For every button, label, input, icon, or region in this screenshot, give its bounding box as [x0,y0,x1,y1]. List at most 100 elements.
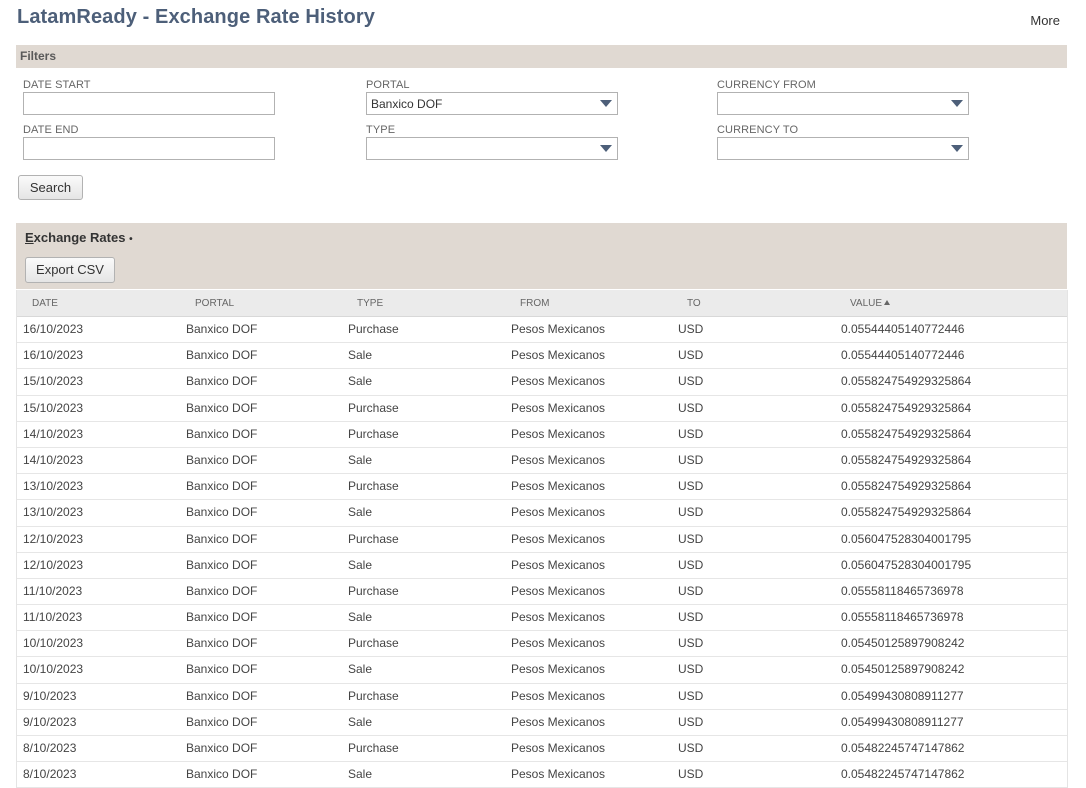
cell-value: 0.05450125897908242 [841,662,965,677]
filters-section-header[interactable]: Filters [16,45,1067,68]
cell-from: Pesos Mexicanos [511,636,606,651]
cell-from: Pesos Mexicanos [511,374,606,389]
cell-value: 0.056047528304001795 [841,531,972,546]
table-row[interactable]: 11/10/2023 Banxico DOF Sale Pesos Mexicanos… [17,605,1067,632]
search-button[interactable]: Search [18,175,83,200]
cell-value: 0.055824754929325864 [841,400,972,415]
portal-label: PORTAL [366,79,410,91]
cell-to: USD [678,374,704,389]
table-row[interactable]: 14/10/2023 Banxico DOF Sale Pesos Mexicanos… [17,447,1067,475]
currency-from-label: CURRENCY FROM [717,79,816,91]
column-header-date[interactable]: DATE [32,298,58,309]
table-row[interactable]: 8/10/2023 Banxico DOF Sale Pesos Mexicanos U… [17,762,1067,788]
currency-to-label: CURRENCY TO [717,124,799,136]
table-row[interactable]: 11/10/2023 Banxico DOF Purchase Pesos Mexic… [17,578,1067,606]
cell-value: 0.05558118465736978 [841,610,964,625]
cell-to: USD [678,636,704,651]
cell-to: USD [678,505,704,520]
cell-value: 0.05499430808911277 [841,688,964,703]
column-header-from[interactable]: FROM [520,298,549,309]
table-row[interactable]: 9/10/2023 Banxico DOF Sale Pesos Mexicanos U… [17,709,1067,736]
table-row[interactable]: 8/10/2023 Banxico DOF Purchase Pesos Mexica… [17,736,1067,763]
sort-ascending-icon [884,300,891,305]
table-row[interactable]: 15/10/2023 Banxico DOF Sale Pesos Mexicanos… [17,369,1067,396]
table-body: 16/10/2023 Banxico DOF Purchase Pesos Mexic… [17,317,1067,788]
cell-to: USD [678,662,704,677]
cell-date: 12/10/2023 [23,557,84,572]
cell-type: Sale [348,767,373,782]
cell-to: USD [678,741,704,755]
currency-from-select[interactable] [717,92,969,115]
cell-value: 0.056047528304001795 [841,557,972,572]
cell-date: 8/10/2023 [23,741,77,755]
table-row[interactable]: 16/10/2023 Banxico DOF Purchase Pesos Mexic… [17,317,1067,344]
cell-portal: Banxico DOF [186,583,258,598]
cell-portal: Banxico DOF [186,531,258,546]
cell-portal: Banxico DOF [186,636,258,651]
column-header-to[interactable]: TO [687,298,701,309]
cell-type: Purchase [348,688,399,703]
cell-type: Purchase [348,400,399,415]
cell-type: Sale [348,714,373,729]
column-header-type[interactable]: TYPE [357,298,383,309]
cell-type: Sale [348,452,373,467]
table-header: DATE PORTAL TYPE FROM TO VALUE [17,290,1067,317]
cell-from: Pesos Mexicanos [511,714,606,729]
cell-date: 14/10/2023 [23,426,84,441]
cell-from: Pesos Mexicanos [511,505,606,520]
table-row[interactable]: 10/10/2023 Banxico DOF Sale Pesos Mexicanos… [17,657,1067,684]
cell-value: 0.055824754929325864 [841,479,972,494]
date-end-input[interactable] [23,137,275,160]
cell-from: Pesos Mexicanos [511,688,606,703]
cell-date: 11/10/2023 [23,610,83,625]
cell-value: 0.05482245747147862 [841,767,965,782]
cell-type: Purchase [348,636,399,651]
cell-value: 0.05558118465736978 [841,583,964,598]
cell-type: Purchase [348,426,399,441]
cell-to: USD [678,583,704,598]
date-start-input[interactable] [23,92,275,115]
cell-portal: Banxico DOF [186,322,258,336]
table-row[interactable]: 13/10/2023 Banxico DOF Sale Pesos Mexicanos… [17,500,1067,527]
currency-to-select[interactable] [717,137,969,160]
cell-to: USD [678,714,704,729]
table-row[interactable]: 9/10/2023 Banxico DOF Purchase Pesos Mexica… [17,683,1067,710]
table-row[interactable]: 12/10/2023 Banxico DOF Purchase Pesos Mexic… [17,526,1067,553]
cell-portal: Banxico DOF [186,557,258,572]
column-header-portal[interactable]: PORTAL [195,298,234,309]
cell-portal: Banxico DOF [186,741,258,755]
rates-title-marker: • [129,234,133,245]
cell-value: 0.05544405140772446 [841,348,965,363]
table-row[interactable]: 16/10/2023 Banxico DOF Sale Pesos Mexicanos… [17,343,1067,370]
cell-portal: Banxico DOF [186,400,258,415]
cell-from: Pesos Mexicanos [511,348,606,363]
export-csv-button[interactable]: Export CSV [25,257,115,283]
table-row[interactable]: 15/10/2023 Banxico DOF Purchase Pesos Mexic… [17,395,1067,422]
type-select[interactable] [366,137,618,160]
table-row[interactable]: 13/10/2023 Banxico DOF Purchase Pesos Mexic… [17,474,1067,501]
cell-date: 14/10/2023 [23,452,84,467]
cell-date: 11/10/2023 [23,583,83,598]
portal-select[interactable]: Banxico DOF [366,92,618,115]
chevron-down-icon [600,100,612,107]
cell-to: USD [678,322,704,336]
cell-to: USD [678,479,704,494]
column-header-value[interactable]: VALUE [850,298,891,309]
chevron-down-icon [600,145,612,152]
cell-from: Pesos Mexicanos [511,322,606,336]
cell-from: Pesos Mexicanos [511,557,606,572]
table-row[interactable]: 12/10/2023 Banxico DOF Sale Pesos Mexicanos… [17,552,1067,579]
cell-type: Purchase [348,741,399,755]
cell-type: Sale [348,505,373,520]
table-row[interactable]: 14/10/2023 Banxico DOF Purchase Pesos Mexic… [17,421,1067,448]
more-menu-link[interactable]: More [1030,13,1060,28]
cell-date: 10/10/2023 [23,636,84,651]
rates-title-text: xchange Rates [33,230,126,245]
cell-to: USD [678,688,704,703]
exchange-rates-tab[interactable]: Exchange Rates • [25,230,133,245]
cell-portal: Banxico DOF [186,452,258,467]
cell-portal: Banxico DOF [186,714,258,729]
cell-value: 0.055824754929325864 [841,426,972,441]
table-row[interactable]: 10/10/2023 Banxico DOF Purchase Pesos Mexic… [17,631,1067,658]
cell-value: 0.05482245747147862 [841,741,965,755]
